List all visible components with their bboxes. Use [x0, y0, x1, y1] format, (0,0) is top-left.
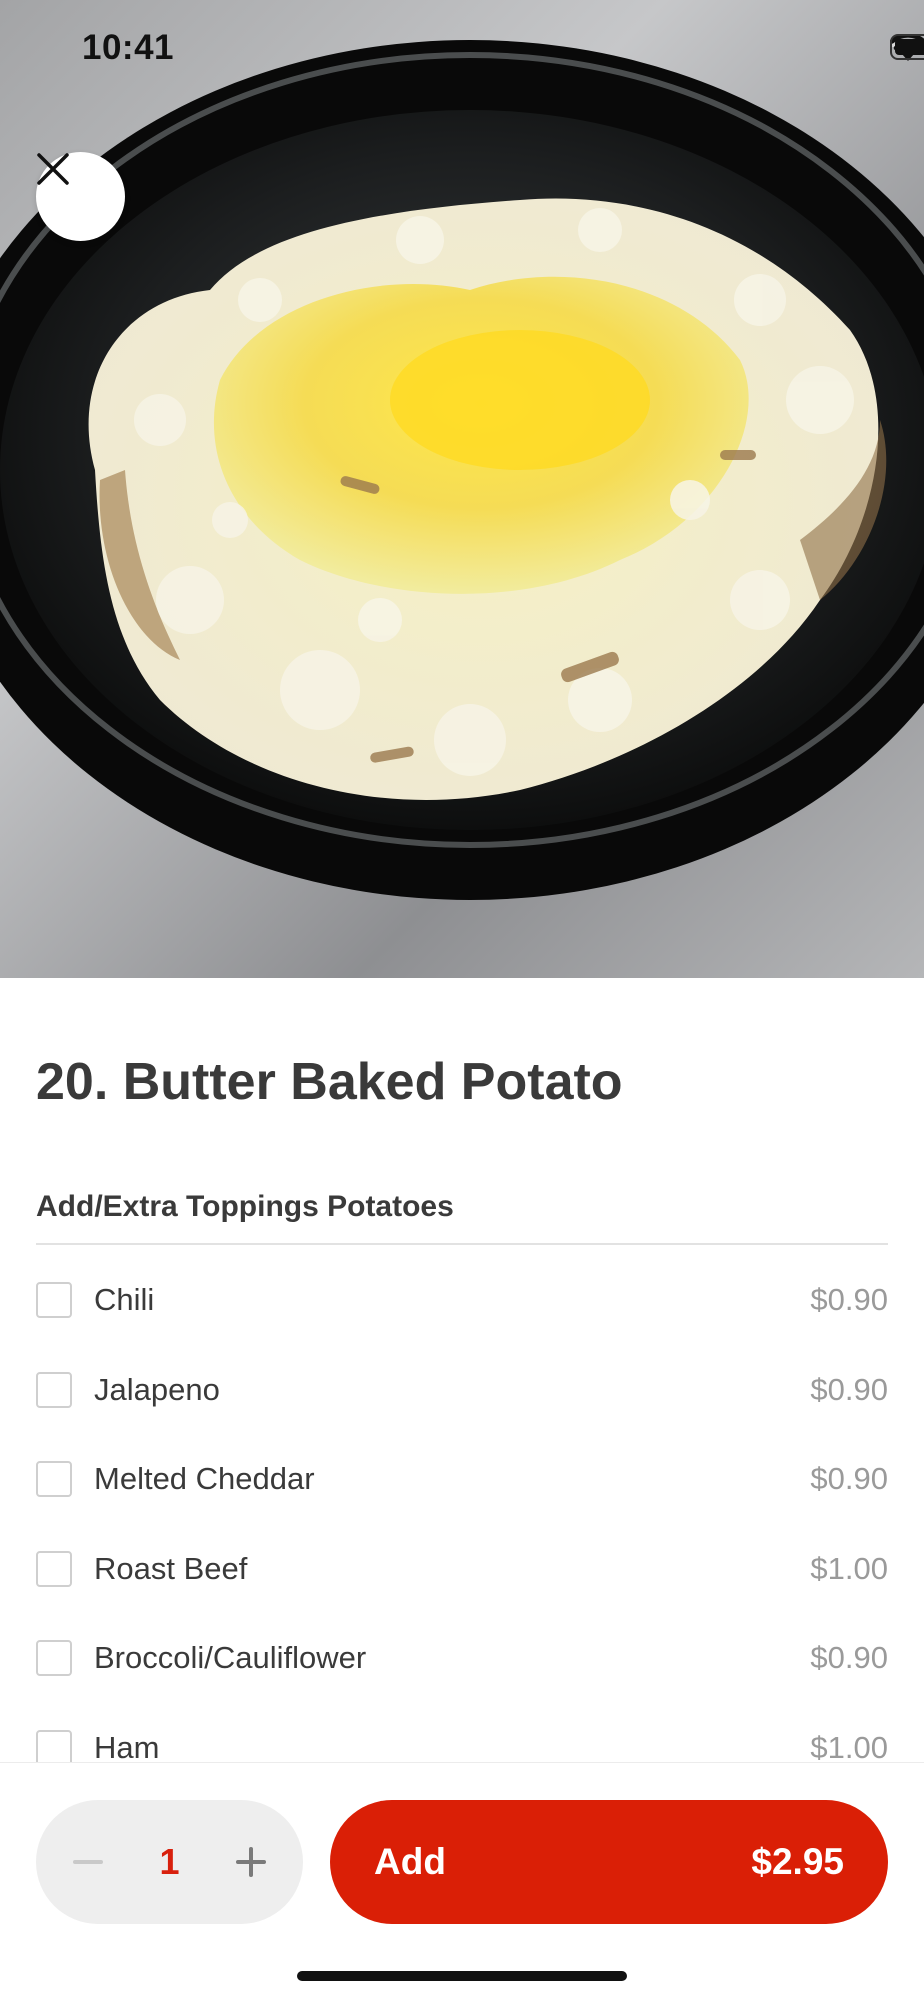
option-row[interactable]: Melted Cheddar $0.90 — [36, 1444, 888, 1514]
home-indicator[interactable] — [297, 1971, 627, 1981]
add-button-price: $2.95 — [751, 1841, 844, 1882]
option-row[interactable]: Chili $0.90 — [36, 1265, 888, 1335]
option-row[interactable]: Roast Beef $1.00 — [36, 1534, 888, 1604]
option-price: $0.90 — [810, 1282, 888, 1317]
option-row[interactable]: Ham $1.00 — [36, 1713, 888, 1763]
option-price: $0.90 — [810, 1461, 888, 1496]
option-price: $0.90 — [810, 1372, 888, 1407]
option-checkbox[interactable] — [36, 1372, 72, 1408]
option-label: Chili — [94, 1282, 155, 1317]
close-icon — [37, 153, 69, 185]
option-label: Melted Cheddar — [94, 1461, 315, 1496]
option-checkbox[interactable] — [36, 1282, 72, 1318]
option-checkbox[interactable] — [36, 1730, 72, 1763]
option-label: Jalapeno — [94, 1372, 220, 1407]
hero-photo: 10:41 — [0, 0, 924, 978]
options-list[interactable]: Chili $0.90 Jalapeno $0.90 Melted Chedda… — [0, 1245, 924, 1763]
butter-pool — [390, 330, 650, 470]
item-title: 20. Butter Baked Potato — [36, 1053, 623, 1111]
option-checkbox[interactable] — [36, 1461, 72, 1497]
plus-icon — [236, 1847, 266, 1877]
options-group-title: Add/Extra Toppings Potatoes — [36, 1190, 454, 1223]
add-button-label: Add — [374, 1841, 446, 1882]
status-time: 10:41 — [82, 28, 175, 67]
option-price: $1.00 — [810, 1551, 888, 1586]
option-label: Broccoli/Cauliflower — [94, 1640, 367, 1675]
option-checkbox[interactable] — [36, 1551, 72, 1587]
minus-icon — [73, 1860, 103, 1864]
increase-quantity-button[interactable] — [211, 1800, 291, 1924]
option-checkbox[interactable] — [36, 1640, 72, 1676]
quantity-stepper: 1 — [36, 1800, 303, 1924]
option-price: $0.90 — [810, 1640, 888, 1675]
option-row[interactable]: Jalapeno $0.90 — [36, 1355, 888, 1425]
status-bar: 10:41 — [0, 0, 924, 100]
battery-icon — [890, 34, 924, 60]
baked-potato-photo — [0, 40, 924, 900]
add-to-order-button[interactable]: Add $2.95 — [330, 1800, 888, 1924]
option-row[interactable]: Broccoli/Cauliflower $0.90 — [36, 1623, 888, 1693]
bottom-action-bar: 1 Add $2.95 — [0, 1763, 924, 2000]
option-price: $1.00 — [810, 1730, 888, 1763]
option-label: Ham — [94, 1730, 160, 1763]
decrease-quantity-button[interactable] — [48, 1800, 128, 1924]
option-label: Roast Beef — [94, 1551, 248, 1586]
close-button[interactable] — [36, 152, 125, 241]
